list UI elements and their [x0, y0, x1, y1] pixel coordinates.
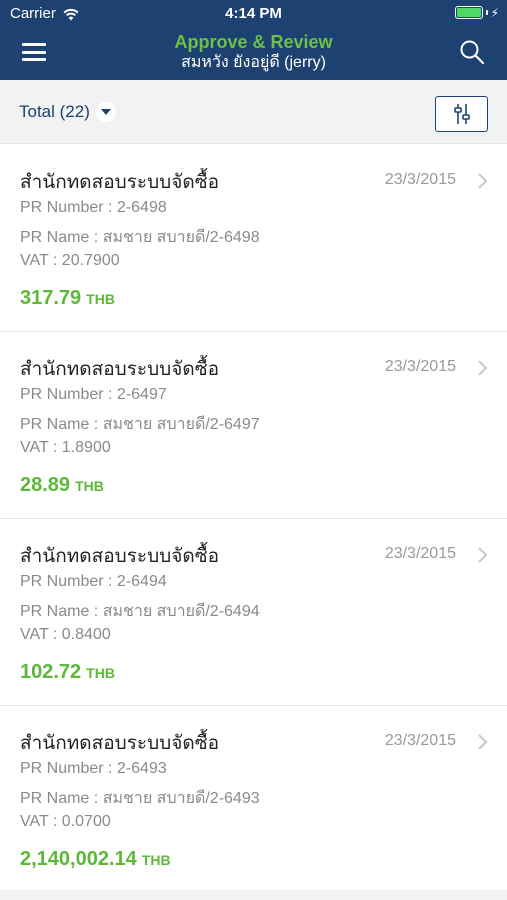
vat-row: VAT : 0.8400 [20, 626, 111, 643]
filter-button[interactable] [435, 96, 488, 132]
total-dropdown[interactable]: Total (22) [19, 102, 116, 122]
amount: 317.79 THB [20, 287, 115, 310]
pr-name: สมชาย สบายดี/2-6498 [102, 229, 260, 246]
pr-number: 2-6493 [116, 760, 167, 777]
app-screen: Carrier 4:14 PM ⚡︎ Approve & Review สมหว… [0, 0, 507, 900]
item-date: 23/3/2015 [384, 171, 456, 188]
hamburger-menu-icon [22, 43, 46, 46]
pr-name-row: PR Name : สมชาย สบายดี/2-6494 [20, 603, 260, 620]
list-item[interactable]: สำนักทดสอบระบบจัดซื้อ 23/3/2015 PR Numbe… [0, 145, 507, 332]
filter-bar: Total (22) [0, 80, 507, 144]
pr-number-row: PR Number : 2-6494 [20, 573, 167, 590]
item-title: สำนักทดสอบระบบจัดซื้อ [20, 359, 219, 380]
pr-name-row: PR Name : สมชาย สบายดี/2-6493 [20, 790, 260, 807]
currency: THB [86, 665, 115, 681]
item-date: 23/3/2015 [384, 358, 456, 375]
item-date: 23/3/2015 [384, 732, 456, 749]
amount: 2,140,002.14 THB [20, 848, 171, 871]
list-item[interactable]: สำนักทดสอบระบบจัดซื้อ 23/3/2015 PR Numbe… [0, 519, 507, 706]
currency: THB [141, 852, 171, 868]
vat-value: 20.7900 [61, 252, 120, 269]
item-title: สำนักทดสอบระบบจัดซื้อ [20, 546, 219, 567]
vat-row: VAT : 1.8900 [20, 439, 111, 456]
pr-number: 2-6498 [116, 199, 167, 216]
chevron-right-icon [478, 547, 488, 563]
item-title: สำนักทดสอบระบบจัดซื้อ [20, 172, 219, 193]
nav-titles: Approve & Review สมหวัง ยังอยู่ดี (jerry… [80, 31, 427, 73]
vat-row: VAT : 0.0700 [20, 813, 111, 830]
chevron-right-icon [478, 734, 488, 750]
pr-number: 2-6494 [116, 573, 167, 590]
item-title: สำนักทดสอบระบบจัดซื้อ [20, 733, 219, 754]
status-time: 4:14 PM [225, 5, 282, 22]
list-item[interactable]: สำนักทดสอบระบบจัดซื้อ 23/3/2015 PR Numbe… [0, 332, 507, 519]
battery-icon [454, 6, 483, 19]
header: Carrier 4:14 PM ⚡︎ Approve & Review สมหว… [0, 0, 507, 80]
amount-value: 2,140,002.14 [20, 848, 137, 870]
amount: 102.72 THB [20, 661, 115, 684]
vat-row: VAT : 20.7900 [20, 252, 120, 269]
charging-bolt-icon: ⚡︎ [490, 5, 499, 20]
pr-number: 2-6497 [116, 386, 167, 403]
pr-number-row: PR Number : 2-6498 [20, 199, 167, 216]
sliders-icon [453, 104, 470, 124]
item-date: 23/3/2015 [384, 545, 456, 562]
pr-name-row: PR Name : สมชาย สบายดี/2-6498 [20, 229, 260, 246]
amount-value: 317.79 [20, 287, 82, 309]
user-name: สมหวัง ยังอยู่ดี (jerry) [181, 54, 326, 71]
vat-value: 1.8900 [61, 439, 111, 456]
list-footer [0, 890, 507, 900]
pr-number-row: PR Number : 2-6497 [20, 386, 167, 403]
pr-name: สมชาย สบายดี/2-6494 [102, 603, 260, 620]
chevron-down-icon [95, 102, 116, 122]
total-label: Total (22) [19, 102, 90, 121]
pr-name: สมชาย สบายดี/2-6493 [102, 790, 260, 807]
vat-value: 0.0700 [61, 813, 111, 830]
pr-name: สมชาย สบายดี/2-6497 [102, 416, 260, 433]
menu-button[interactable] [20, 39, 48, 65]
search-icon[interactable] [459, 39, 485, 65]
chevron-right-icon [478, 173, 488, 189]
pr-list: สำนักทดสอบระบบจัดซื้อ 23/3/2015 PR Numbe… [0, 145, 507, 893]
amount-value: 28.89 [20, 474, 71, 496]
status-bar: Carrier 4:14 PM ⚡︎ [0, 0, 507, 27]
vat-value: 0.8400 [61, 626, 111, 643]
currency: THB [75, 478, 104, 494]
list-item[interactable]: สำนักทดสอบระบบจัดซื้อ 23/3/2015 PR Numbe… [0, 706, 507, 893]
amount: 28.89 THB [20, 474, 104, 497]
chevron-right-icon [478, 360, 488, 376]
pr-number-row: PR Number : 2-6493 [20, 760, 167, 777]
pr-name-row: PR Name : สมชาย สบายดี/2-6497 [20, 416, 260, 433]
nav-bar: Approve & Review สมหวัง ยังอยู่ดี (jerry… [0, 27, 507, 80]
amount-value: 102.72 [20, 661, 82, 683]
battery-indicator: ⚡︎ [454, 5, 499, 20]
currency: THB [86, 291, 115, 307]
page-title: Approve & Review [174, 32, 333, 52]
